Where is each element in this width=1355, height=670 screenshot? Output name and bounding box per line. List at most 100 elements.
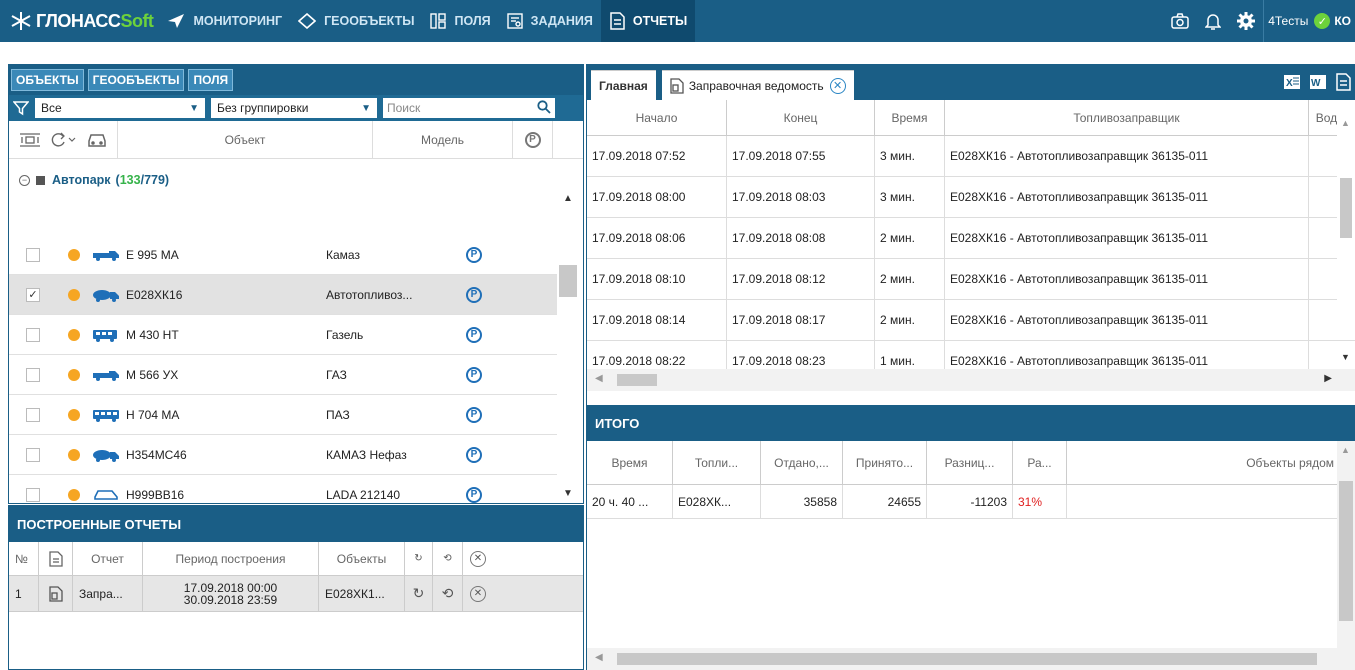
app-logo[interactable]: ГЛОНАСС Soft — [0, 11, 154, 32]
nav-reports[interactable]: ОТЧЕТЫ — [600, 0, 696, 42]
report-history-button[interactable]: ⟲ — [433, 576, 463, 611]
vehicle-row[interactable]: Н 704 МА ПАЗ P — [9, 395, 559, 435]
filter-funnel-icon[interactable] — [13, 100, 29, 116]
rebuild-report-button[interactable]: ↻ — [405, 576, 433, 611]
nav-tasks[interactable]: ЗАДАНИЯ — [499, 0, 601, 42]
excel-export-icon[interactable]: X — [1283, 73, 1301, 91]
parking-icon[interactable]: P — [466, 366, 482, 383]
col-nearby-objects-header[interactable]: Объекты рядом — [1067, 441, 1338, 484]
history-all-icon[interactable]: ⟲ — [433, 542, 463, 575]
delete-report-button[interactable]: ✕ — [463, 576, 493, 611]
report-horizontal-scrollbar[interactable]: ◀ ▶ — [587, 369, 1355, 391]
collapse-icon[interactable]: − — [19, 174, 30, 186]
objects-search-input[interactable]: Поиск — [383, 98, 555, 118]
scroll-left-icon[interactable]: ◀ — [595, 373, 603, 384]
col-report-header[interactable]: Отчет — [73, 542, 143, 575]
parking-icon[interactable]: P — [466, 326, 482, 343]
scrollbar-thumb[interactable] — [559, 265, 577, 297]
vehicle-row[interactable]: Н999ВВ16 LADA 212140 P — [9, 475, 559, 503]
fuel-report-row[interactable]: 17.09.2018 08:10 17.09.2018 08:12 2 мин. Е0… — [587, 259, 1355, 300]
col-total-time-header[interactable]: Время — [587, 441, 673, 484]
refresh-all-icon[interactable]: ↻ — [405, 542, 433, 575]
gear-icon[interactable] — [1237, 12, 1256, 30]
fuel-report-row[interactable]: 17.09.2018 08:06 17.09.2018 08:08 2 мин. Е0… — [587, 218, 1355, 259]
scroll-up-icon[interactable]: ▲ — [1341, 445, 1350, 455]
col-truck-header[interactable]: Топливозаправщик — [945, 100, 1309, 135]
refresh-dropdown-icon[interactable] — [51, 121, 87, 159]
vehicle-row[interactable]: Н354МС46 КАМАЗ Нефаз P — [9, 435, 559, 475]
tab-fuel-report[interactable]: Заправочная ведомость ✕ — [661, 70, 854, 100]
col-total-pct-header[interactable]: Ра... — [1013, 441, 1067, 484]
totals-horizontal-scrollbar[interactable]: ◀ — [587, 648, 1355, 670]
col-total-diff-header[interactable]: Разниц... — [927, 441, 1013, 484]
word-export-icon[interactable]: W — [1309, 73, 1327, 91]
expand-all-icon[interactable] — [9, 121, 51, 159]
tab-objects[interactable]: ОБЪЕКТЫ — [11, 69, 84, 91]
parking-icon[interactable]: P — [466, 446, 482, 463]
col-time-header[interactable]: Время — [875, 100, 945, 135]
parking-icon[interactable]: P — [466, 246, 482, 263]
totals-vertical-scrollbar[interactable]: ▲ — [1337, 441, 1355, 648]
fuel-report-row[interactable]: 17.09.2018 07:52 17.09.2018 07:55 3 мин. Е0… — [587, 136, 1355, 177]
vehicle-row[interactable]: ✓ Е028ХК16 Автотопливоз... P — [9, 275, 559, 315]
pdf-export-icon[interactable] — [1335, 73, 1351, 91]
scroll-right-icon[interactable]: ▶ — [1324, 373, 1332, 384]
vehicle-row[interactable]: М 430 НТ Газель P — [9, 315, 559, 355]
parking-icon[interactable]: P — [466, 286, 482, 303]
vehicle-checkbox[interactable] — [26, 487, 40, 502]
filter-select[interactable]: Все ▼ — [35, 98, 205, 118]
scrollbar-thumb[interactable] — [617, 374, 657, 386]
camera-icon[interactable] — [1171, 13, 1189, 29]
parking-icon[interactable]: P — [466, 486, 482, 503]
parking-header-icon[interactable]: P — [513, 120, 553, 159]
nav-fields[interactable]: ПОЛЯ — [422, 0, 498, 42]
scroll-up-icon[interactable]: ▲ — [1341, 118, 1350, 128]
scrollbar-thumb[interactable] — [1339, 481, 1353, 621]
vehicle-row[interactable]: Е 995 МА Камаз P — [9, 235, 559, 275]
report-row[interactable]: 1 Запра... 17.09.2018 00:00 30.09.2018 2… — [9, 576, 583, 612]
group-checkbox[interactable] — [36, 175, 45, 185]
col-model-header[interactable]: Модель — [373, 120, 513, 159]
parking-icon[interactable]: P — [466, 406, 482, 423]
col-objects-header[interactable]: Объекты — [319, 542, 405, 575]
tab-main[interactable]: Главная — [591, 70, 656, 100]
scrollbar-thumb[interactable] — [617, 653, 1317, 665]
scroll-left-icon[interactable]: ◀ — [595, 652, 603, 663]
col-object-header[interactable]: Объект — [117, 120, 373, 159]
objects-scrollbar[interactable]: ▲ ▼ — [557, 189, 583, 503]
fuel-report-row[interactable]: 17.09.2018 08:14 17.09.2018 08:17 2 мин. Е0… — [587, 300, 1355, 341]
vehicle-checkbox[interactable]: ✓ — [26, 287, 40, 302]
car-icon[interactable] — [87, 121, 117, 159]
tab-fields[interactable]: ПОЛЯ — [188, 69, 234, 91]
row-time: 2 мин. — [875, 218, 945, 258]
grouping-select[interactable]: Без группировки ▼ — [211, 98, 377, 118]
col-end-header[interactable]: Конец — [727, 100, 875, 135]
close-all-icon[interactable]: ✕ — [463, 542, 493, 575]
vehicle-checkbox[interactable] — [26, 447, 40, 462]
close-tab-icon[interactable]: ✕ — [829, 77, 846, 94]
scroll-down-icon[interactable]: ▼ — [1341, 352, 1350, 362]
col-period-header[interactable]: Период построения — [143, 542, 319, 575]
group-avtopark[interactable]: − Автопарк (133/779) — [9, 159, 583, 201]
vehicle-checkbox[interactable] — [26, 247, 40, 262]
bell-icon[interactable] — [1205, 12, 1222, 30]
vehicle-checkbox[interactable] — [26, 327, 40, 342]
col-total-truck-header[interactable]: Топли... — [673, 441, 761, 484]
totals-row[interactable]: 20 ч. 40 ... Е028ХК... 35858 24655 -1120… — [587, 485, 1355, 519]
nav-monitoring[interactable]: МОНИТОРИНГ — [159, 0, 290, 42]
col-total-given-header[interactable]: Отдано,... — [761, 441, 843, 484]
tab-geoobjects[interactable]: ГЕООБЪЕКТЫ — [87, 69, 185, 91]
vehicle-checkbox[interactable] — [26, 407, 40, 422]
search-icon[interactable] — [537, 99, 551, 117]
scroll-down-icon[interactable]: ▼ — [563, 488, 573, 499]
report-vertical-scrollbar[interactable]: ▲ ▼ — [1337, 100, 1355, 362]
user-account[interactable]: 4Тесты ✓ КО — [1263, 0, 1355, 42]
vehicle-checkbox[interactable] — [26, 367, 40, 382]
scrollbar-thumb[interactable] — [1340, 178, 1352, 238]
nav-geoobjects[interactable]: ГЕООБЪЕКТЫ — [290, 0, 422, 42]
scroll-up-icon[interactable]: ▲ — [563, 193, 573, 204]
col-total-received-header[interactable]: Принято... — [843, 441, 927, 484]
col-start-header[interactable]: Начало — [587, 100, 727, 135]
vehicle-row[interactable]: М 566 УХ ГАЗ P — [9, 355, 559, 395]
fuel-report-row[interactable]: 17.09.2018 08:00 17.09.2018 08:03 3 мин. Е0… — [587, 177, 1355, 218]
